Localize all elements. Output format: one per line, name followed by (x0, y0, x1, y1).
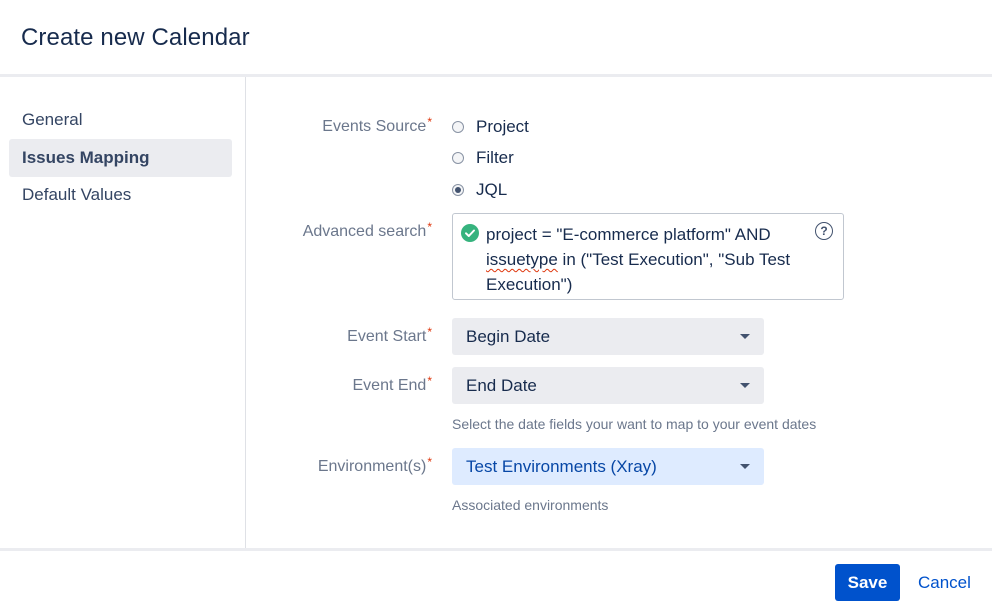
select-value: Begin Date (466, 327, 551, 346)
sidebar-item-default-values[interactable]: Default Values (9, 176, 232, 214)
save-button[interactable]: Save (835, 564, 900, 601)
jql-query-input[interactable]: project = "E-commerce platform" AND issue… (452, 213, 844, 300)
dialog-header: Create new Calendar (0, 0, 992, 77)
chevron-down-icon (740, 383, 750, 388)
radio-button[interactable] (452, 152, 464, 164)
select-value: Test Environments (Xray) (466, 457, 657, 476)
chevron-down-icon (740, 334, 750, 339)
sidebar-item-issues-mapping[interactable]: Issues Mapping (9, 139, 232, 177)
radio-project[interactable]: Project (452, 115, 529, 139)
valid-check-icon (461, 224, 479, 242)
radio-label: JQL (476, 180, 508, 199)
required-marker: * (427, 325, 432, 339)
event-end-label: Event End* (352, 374, 433, 394)
environments-label: Environment(s)* (317, 455, 432, 475)
jql-query-text[interactable]: project = "E-commerce platform" AND issue… (486, 222, 806, 297)
radio-button[interactable] (452, 121, 464, 133)
spellcheck-word: issuetype (486, 250, 558, 269)
radio-label: Filter (476, 148, 514, 167)
environments-select[interactable]: Test Environments (Xray) (452, 448, 764, 485)
event-start-label: Event Start* (347, 325, 432, 345)
sidebar: General Issues Mapping Default Values (0, 77, 246, 549)
radio-filter[interactable]: Filter (452, 146, 514, 170)
help-icon[interactable]: ? (815, 222, 833, 240)
event-start-select[interactable]: Begin Date (452, 318, 764, 355)
dialog-title: Create new Calendar (21, 24, 250, 51)
radio-jql[interactable]: JQL (452, 178, 507, 202)
radio-button-checked[interactable] (452, 184, 464, 196)
events-source-label: Events Source* (322, 115, 432, 135)
sidebar-item-general[interactable]: General (9, 101, 232, 139)
advanced-search-label: Advanced search* (302, 220, 432, 240)
radio-label: Project (476, 117, 529, 136)
event-dates-help-text: Select the date fields your want to map … (452, 416, 817, 432)
required-marker: * (427, 374, 432, 388)
required-marker: * (427, 455, 432, 469)
event-end-select[interactable]: End Date (452, 367, 764, 404)
environments-help-text: Associated environments (452, 497, 609, 513)
required-marker: * (427, 115, 432, 129)
select-value: End Date (466, 376, 537, 395)
cancel-link[interactable]: Cancel (918, 573, 971, 593)
required-marker: * (427, 220, 432, 234)
chevron-down-icon (740, 464, 750, 469)
